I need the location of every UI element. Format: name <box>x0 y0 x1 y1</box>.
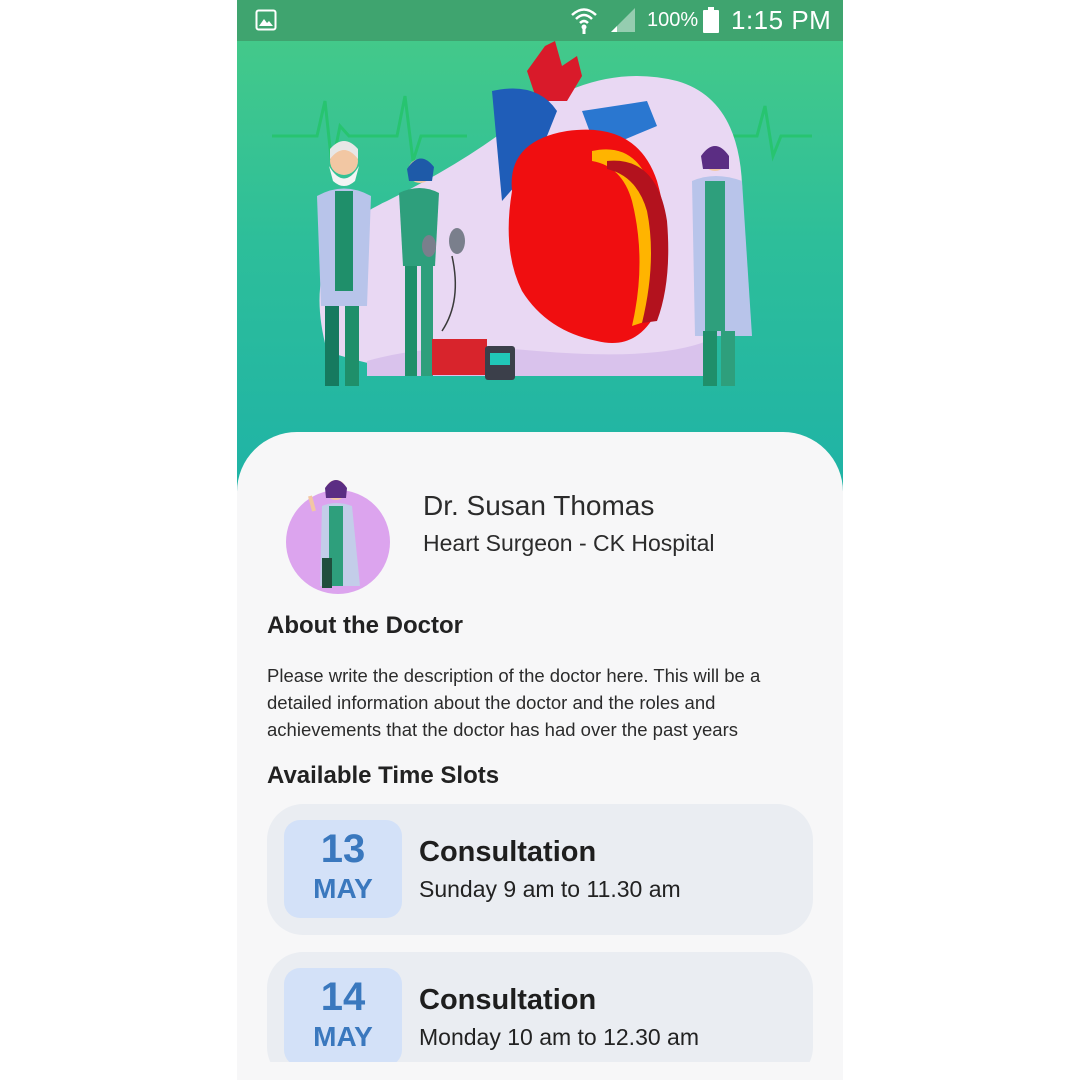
slot-date-badge: 13 MAY <box>284 820 402 918</box>
battery-percent: 100% <box>647 9 699 31</box>
status-bar: 100% 1:15 PM <box>237 0 843 41</box>
slot-month: MAY <box>313 1021 373 1052</box>
slot-date-badge: 14 MAY <box>284 968 402 1066</box>
time-slot-card[interactable]: 13 MAY Consultation Sunday 9 am to 11.30… <box>267 804 813 935</box>
slot-day: 14 <box>320 975 366 1019</box>
slot-day: 13 <box>320 827 366 871</box>
hero-illustration <box>237 41 843 491</box>
wifi-icon <box>571 8 597 34</box>
cardiology-team-illustration <box>272 41 812 386</box>
app-screen: 100% 1:15 PM Dr. Susan Thomas Heart Surg… <box>237 0 843 1080</box>
gallery-icon <box>255 9 277 31</box>
slot-time: Sunday 9 am to 11.30 am <box>419 876 681 902</box>
time-slot-card[interactable]: 14 MAY Consultation Monday 10 am to 12.3… <box>267 952 813 1080</box>
about-heading: About the Doctor <box>267 612 463 639</box>
slot-title: Consultation <box>419 836 597 868</box>
doctor-avatar <box>286 480 390 594</box>
ecg-line-left <box>272 95 467 167</box>
slot-time: Monday 10 am to 12.30 am <box>419 1024 699 1050</box>
battery-icon <box>703 7 719 33</box>
doctor-name: Dr. Susan Thomas <box>423 490 655 521</box>
slot-month: MAY <box>313 873 373 904</box>
doctor-detail-card: Dr. Susan Thomas Heart Surgeon - CK Hosp… <box>237 432 843 1080</box>
about-description: Please write the description of the doct… <box>267 665 761 740</box>
doctor-role: Heart Surgeon - CK Hospital <box>423 530 715 556</box>
signal-icon <box>611 8 635 32</box>
bottom-edge <box>237 1062 843 1080</box>
time-slots-heading: Available Time Slots <box>267 762 500 789</box>
clock: 1:15 PM <box>731 5 832 35</box>
slot-title: Consultation <box>419 984 597 1016</box>
